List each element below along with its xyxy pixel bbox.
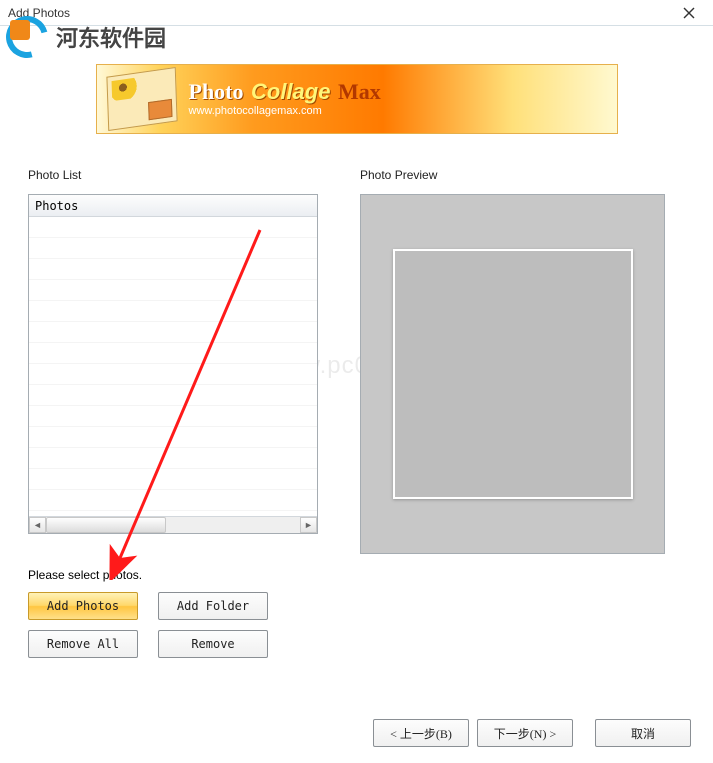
product-banner: Photo Collage Max www.photocollagemax.co… xyxy=(96,64,618,134)
close-icon xyxy=(683,7,695,19)
scroll-right-arrow[interactable]: ► xyxy=(300,517,317,533)
cancel-button[interactable]: 取消 xyxy=(595,719,691,747)
add-folder-button[interactable]: Add Folder xyxy=(158,592,268,620)
next-button[interactable]: 下一步(N) > xyxy=(477,719,573,747)
photo-list[interactable]: Photos ◄ ► xyxy=(28,194,318,534)
back-button[interactable]: < 上一步(B) xyxy=(373,719,469,747)
preview-frame xyxy=(393,249,633,499)
banner-text: Photo Collage Max www.photocollagemax.co… xyxy=(189,81,381,117)
banner-url: www.photocollagemax.com xyxy=(189,105,381,117)
photo-list-label: Photo List xyxy=(28,168,318,182)
close-button[interactable] xyxy=(669,2,709,24)
photo-preview xyxy=(360,194,665,554)
album-icon xyxy=(106,67,177,131)
horizontal-scrollbar[interactable]: ◄ ► xyxy=(29,516,317,533)
watermark-brand: 河东软件园 xyxy=(4,14,166,60)
photo-list-column-header[interactable]: Photos xyxy=(29,195,317,217)
banner-word-max: Max xyxy=(338,79,381,104)
scroll-track[interactable] xyxy=(46,517,300,533)
scroll-thumb[interactable] xyxy=(46,517,166,533)
photo-preview-label: Photo Preview xyxy=(360,168,685,182)
add-photos-button[interactable]: Add Photos xyxy=(28,592,138,620)
scroll-left-arrow[interactable]: ◄ xyxy=(29,517,46,533)
photo-list-body[interactable] xyxy=(29,217,317,516)
remove-button[interactable]: Remove xyxy=(158,630,268,658)
watermark-brand-text: 河东软件园 xyxy=(56,21,166,53)
watermark-logo-icon xyxy=(4,14,50,60)
remove-all-button[interactable]: Remove All xyxy=(28,630,138,658)
banner-word-collage: Collage xyxy=(251,79,330,104)
instruction-text: Please select photos. xyxy=(28,568,685,582)
banner-word-photo: Photo xyxy=(189,79,244,104)
